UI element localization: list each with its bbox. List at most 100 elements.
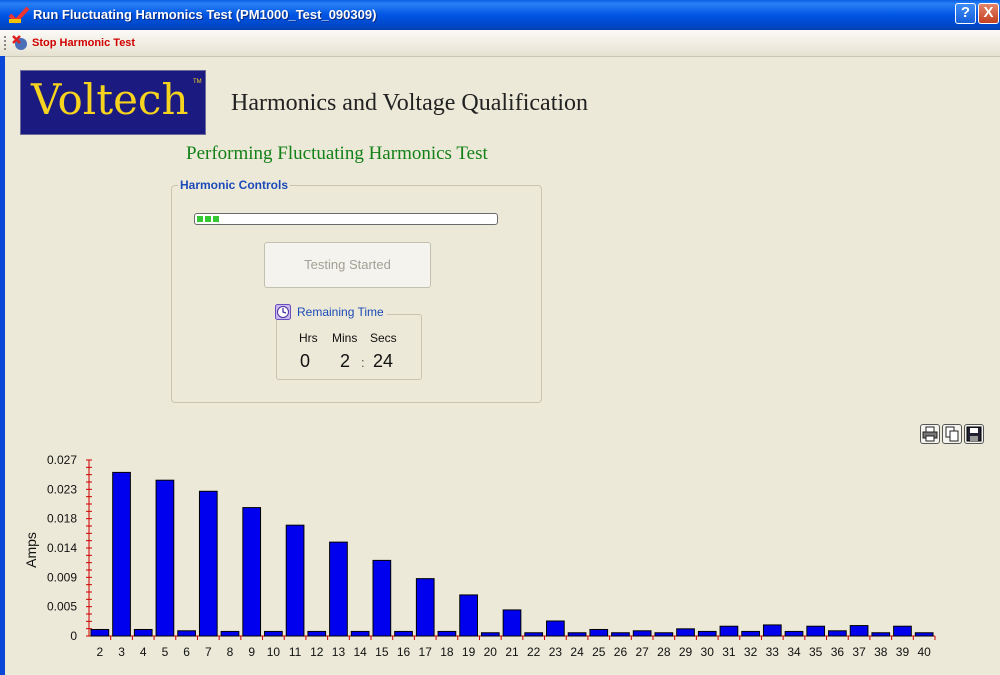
x-tick-label: 38: [874, 645, 888, 659]
x-tick-label: 36: [831, 645, 845, 659]
x-tick-label: 32: [744, 645, 758, 659]
y-tick-label: 0.018: [47, 512, 77, 526]
harmonic-bar: [480, 632, 500, 637]
hrs-value: 0: [300, 351, 311, 371]
x-tick-label: 22: [527, 645, 541, 659]
x-tick-label: 35: [809, 645, 823, 659]
harmonic-bar: [762, 624, 782, 637]
x-tick-label: 2: [97, 645, 104, 659]
harmonic-bar: [112, 471, 131, 637]
x-tick-label: 16: [397, 645, 411, 659]
harmonic-bar: [828, 630, 847, 637]
x-tick-label: 29: [679, 645, 693, 659]
mins-label: Mins: [332, 331, 358, 345]
stop-test-icon: [12, 35, 27, 50]
harmonic-bar: [264, 630, 283, 637]
x-tick-label: 20: [484, 645, 498, 659]
harmonic-bar: [90, 628, 110, 637]
hrs-label: Hrs: [299, 331, 318, 345]
x-tick-label: 11: [289, 645, 302, 659]
voltech-logo: Voltech TM: [20, 70, 206, 135]
y-tick-label: 0.023: [47, 482, 77, 496]
x-tick-label: 27: [635, 645, 649, 659]
harmonic-bar: [871, 632, 891, 637]
logo-trademark: TM: [193, 79, 202, 85]
harmonic-bar: [177, 630, 196, 637]
secs-label: Secs: [370, 331, 397, 345]
toolbar-grip[interactable]: [4, 36, 8, 50]
harmonic-bar: [806, 625, 826, 637]
close-button[interactable]: X: [978, 3, 999, 24]
harmonic-bar: [155, 479, 175, 637]
harmonic-bar: [654, 632, 674, 637]
toolbar: Stop Harmonic Test: [0, 30, 1000, 57]
app-title: Harmonics and Voltage Qualification: [231, 90, 589, 116]
mins-value: 2: [340, 351, 351, 371]
x-tick-label: 39: [896, 645, 910, 659]
y-tick-label: 0: [70, 629, 77, 643]
x-tick-label: 3: [118, 645, 125, 659]
harmonic-bar: [893, 625, 912, 637]
window-title: Run Fluctuating Harmonics Test (PM1000_T…: [33, 7, 377, 22]
harmonic-bar: [524, 632, 544, 637]
y-tick-label: 0.005: [47, 600, 77, 614]
x-tick-label: 14: [353, 645, 367, 659]
x-tick-label: 4: [140, 645, 147, 659]
help-button[interactable]: ?: [955, 3, 976, 24]
x-tick-label: 21: [505, 645, 519, 659]
harmonic-bar: [849, 625, 869, 637]
harmonic-bar: [914, 632, 934, 637]
x-tick-label: 33: [766, 645, 780, 659]
remaining-time-title: Remaining Time: [297, 305, 384, 319]
x-tick-label: 24: [570, 645, 584, 659]
x-tick-label: 30: [701, 645, 715, 659]
progress-fill: [197, 216, 221, 222]
harmonic-bar: [502, 609, 522, 637]
stop-harmonic-test-label: Stop Harmonic Test: [32, 37, 136, 49]
secs-value: 24: [373, 351, 394, 371]
test-progress-bar: [194, 213, 498, 225]
x-tick-label: 18: [440, 645, 454, 659]
y-axis-label: Amps: [23, 532, 39, 568]
x-tick-label: 12: [310, 645, 324, 659]
app-check-icon: [8, 6, 30, 24]
x-tick-label: 34: [787, 645, 801, 659]
harmonic-bar: [459, 594, 478, 637]
harmonic-bar: [567, 632, 587, 637]
harmonic-controls-label: Harmonic Controls: [178, 178, 291, 192]
x-tick-label: 31: [722, 645, 736, 659]
harmonic-bar: [415, 578, 435, 637]
x-tick-label: 9: [248, 645, 255, 659]
testing-started-button[interactable]: Testing Started: [264, 242, 431, 288]
x-tick-label: 6: [183, 645, 190, 659]
y-tick-label: 0.014: [47, 541, 77, 555]
time-separator: :: [361, 355, 365, 370]
x-tick-label: 40: [917, 645, 931, 659]
harmonic-bar: [350, 630, 370, 637]
harmonic-bar: [220, 630, 240, 637]
harmonics-bar-chart: 00.0050.0090.0140.0180.0230.027Amps2 3 4 5 6…: [23, 453, 936, 659]
harmonic-bar: [741, 630, 760, 637]
x-tick-label: 28: [657, 645, 671, 659]
harmonic-bar: [329, 541, 348, 637]
x-tick-label: 15: [375, 645, 389, 659]
title-bar: Run Fluctuating Harmonics Test (PM1000_T…: [0, 0, 1000, 30]
x-tick-label: 10: [267, 645, 281, 659]
harmonic-bar: [546, 620, 565, 637]
x-tick-label: 13: [332, 645, 346, 659]
harmonic-bar: [307, 630, 327, 637]
x-tick-label: 8: [227, 645, 234, 659]
harmonic-bar: [372, 559, 392, 637]
harmonic-bar: [611, 632, 630, 637]
y-tick-label: 0.027: [47, 453, 77, 467]
harmonic-bar: [198, 490, 218, 637]
harmonic-bar: [676, 628, 695, 637]
x-tick-label: 19: [462, 645, 476, 659]
stop-harmonic-test-button[interactable]: Stop Harmonic Test: [12, 33, 135, 53]
chart-bars: [90, 471, 934, 637]
harmonic-bar: [632, 630, 652, 637]
x-tick-label: 25: [592, 645, 606, 659]
harmonic-bar: [697, 630, 717, 637]
remaining-time-header: Remaining Time: [275, 304, 387, 320]
harmonic-bar: [719, 625, 739, 637]
